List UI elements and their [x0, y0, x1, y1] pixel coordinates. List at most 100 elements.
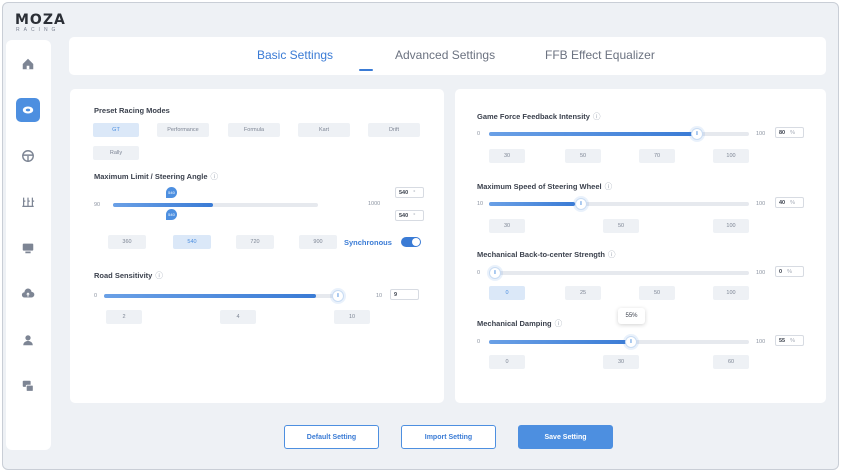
steering-pin-top[interactable]: 540 — [166, 187, 177, 198]
damping-max-label: 100 — [756, 339, 766, 345]
road-sensitivity-handle[interactable]: ⦀ — [332, 290, 344, 302]
road-max-label: 10 — [376, 293, 383, 299]
max-speed-title: Maximum Speed of Steering Wheel ⓘ — [477, 182, 613, 191]
max-speed-fill — [489, 202, 575, 206]
info-icon[interactable]: ⓘ — [593, 112, 601, 121]
ffb-intensity-title: Game Force Feedback Intensity ⓘ — [477, 112, 601, 121]
active-tab-indicator — [359, 69, 373, 71]
ffb-intensity-handle[interactable]: ⦀ — [691, 128, 703, 140]
speed-30-button[interactable]: 30 — [489, 219, 525, 233]
center-0-button[interactable]: 0 — [489, 286, 525, 300]
back-to-center-handle[interactable]: ⦀ — [489, 267, 501, 279]
import-setting-button[interactable]: Import Setting — [401, 425, 496, 449]
ffb-intensity-value-field[interactable]: 80% — [775, 127, 804, 138]
ffb-50-button[interactable]: 50 — [565, 149, 601, 163]
back-to-center-slider[interactable] — [489, 271, 749, 275]
dashboard-icon[interactable] — [16, 236, 40, 260]
user-icon[interactable] — [16, 328, 40, 352]
damping-handle[interactable]: ⦀ — [625, 336, 637, 348]
damping-60-button[interactable]: 60 — [713, 355, 749, 369]
max-speed-value-field[interactable]: 40% — [775, 197, 804, 208]
synchronous-label: Synchronous — [344, 238, 392, 247]
mode-gt-button[interactable]: GT — [93, 123, 139, 137]
steering-value-bottom-field[interactable]: 540 ° — [395, 210, 424, 221]
center-25-button[interactable]: 25 — [565, 286, 601, 300]
back-to-center-value-field[interactable]: 0% — [775, 266, 804, 277]
mode-rally-button[interactable]: Rally — [93, 146, 139, 160]
mode-formula-button[interactable]: Formula — [228, 123, 280, 137]
info-icon[interactable]: ⓘ — [155, 271, 163, 280]
center-max-label: 100 — [756, 270, 766, 276]
center-100-button[interactable]: 100 — [713, 286, 749, 300]
ffb-100-button[interactable]: 100 — [713, 149, 749, 163]
basic-settings-panel: Preset Racing Modes GT Performance Formu… — [70, 89, 444, 403]
angle-540-button[interactable]: 540 — [173, 235, 211, 249]
moza-logo: MOZA RACING — [15, 13, 66, 33]
logo-text: MOZA — [15, 12, 66, 28]
angle-900-button[interactable]: 900 — [299, 235, 337, 249]
cloud-icon[interactable] — [16, 282, 40, 306]
tab-basic-settings[interactable]: Basic Settings — [257, 48, 333, 62]
steering-pin-bottom[interactable]: 540 — [166, 209, 177, 220]
center-50-button[interactable]: 50 — [639, 286, 675, 300]
steering-max-label: 1000 — [368, 201, 381, 207]
max-speed-slider[interactable] — [489, 202, 749, 206]
damping-value-field[interactable]: 55% — [775, 335, 804, 346]
damping-30-button[interactable]: 30 — [603, 355, 639, 369]
pedals-icon[interactable] — [16, 190, 40, 214]
back-to-center-title: Mechanical Back-to-center Strength ⓘ — [477, 250, 616, 259]
steering-wheel-icon[interactable] — [16, 144, 40, 168]
info-icon[interactable]: ⓘ — [555, 319, 563, 328]
ffb-intensity-fill — [489, 132, 697, 136]
road-2-button[interactable]: 2 — [106, 310, 142, 324]
road-sensitivity-title: Road Sensitivity ⓘ — [94, 271, 163, 280]
steering-value-top-field[interactable]: 540 ° — [395, 187, 424, 198]
steering-min-label: 90 — [94, 202, 101, 208]
home-icon[interactable] — [16, 52, 40, 76]
speed-50-button[interactable]: 50 — [603, 219, 639, 233]
road-value-field[interactable]: 9 — [390, 289, 419, 300]
save-setting-button[interactable]: Save Setting — [518, 425, 613, 449]
road-min-label: 0 — [94, 293, 98, 299]
logo-subtext: RACING — [16, 27, 60, 33]
steering-angle-slider[interactable] — [113, 203, 318, 207]
damping-fill — [489, 340, 632, 344]
ffb-70-button[interactable]: 70 — [639, 149, 675, 163]
mode-kart-button[interactable]: Kart — [298, 123, 350, 137]
speed-100-button[interactable]: 100 — [713, 219, 749, 233]
tab-advanced-settings[interactable]: Advanced Settings — [395, 48, 495, 62]
damping-min-label: 0 — [477, 339, 481, 345]
synchronous-toggle[interactable] — [401, 237, 421, 247]
wheelbase-icon[interactable] — [16, 98, 40, 122]
tab-ffb-equalizer[interactable]: FFB Effect Equalizer — [545, 48, 655, 62]
ffb-min-label: 0 — [477, 131, 481, 137]
road-sensitivity-slider[interactable] — [104, 294, 339, 298]
road-4-button[interactable]: 4 — [220, 310, 256, 324]
damping-title: Mechanical Damping ⓘ — [477, 319, 563, 328]
info-icon[interactable]: ⓘ — [608, 250, 616, 259]
ffb-max-label: 100 — [756, 131, 766, 137]
default-setting-button[interactable]: Default Setting — [284, 425, 379, 449]
mode-performance-button[interactable]: Performance — [157, 123, 209, 137]
speed-min-label: 10 — [477, 201, 484, 207]
ffb-intensity-slider[interactable] — [489, 132, 749, 136]
info-icon[interactable]: ⓘ — [211, 172, 219, 181]
road-10-button[interactable]: 10 — [334, 310, 370, 324]
devices-icon[interactable] — [16, 374, 40, 398]
ffb-30-button[interactable]: 30 — [489, 149, 525, 163]
damping-0-button[interactable]: 0 — [489, 355, 525, 369]
tab-bar: Basic Settings Advanced Settings FFB Eff… — [69, 37, 826, 75]
sidebar — [6, 40, 51, 450]
force-feedback-panel: Game Force Feedback Intensity ⓘ 0 ⦀ 100 8… — [455, 89, 826, 403]
damping-slider[interactable] — [489, 340, 749, 344]
center-min-label: 0 — [477, 270, 481, 276]
angle-720-button[interactable]: 720 — [236, 235, 274, 249]
info-icon[interactable]: ⓘ — [605, 182, 613, 191]
speed-max-label: 100 — [756, 201, 766, 207]
steering-angle-fill — [113, 203, 214, 207]
angle-360-button[interactable]: 360 — [108, 235, 146, 249]
preset-modes-title: Preset Racing Modes — [94, 106, 170, 115]
damping-value-tooltip: 55% — [618, 308, 645, 324]
max-speed-handle[interactable]: ⦀ — [575, 198, 587, 210]
mode-drift-button[interactable]: Drift — [368, 123, 420, 137]
